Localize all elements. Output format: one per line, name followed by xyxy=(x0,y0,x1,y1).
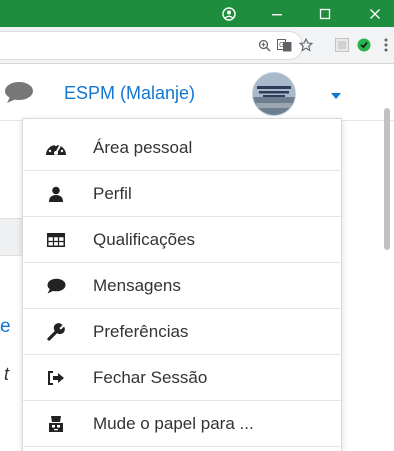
chevron-down-icon[interactable] xyxy=(330,87,342,105)
extension-icon[interactable] xyxy=(334,37,350,53)
bookmark-star-icon[interactable] xyxy=(298,37,314,53)
message-icon xyxy=(45,275,67,297)
user-menu-dropdown: Área pessoal Perfil Qualificações Mensag… xyxy=(22,118,342,451)
maximize-icon[interactable] xyxy=(310,0,340,27)
menu-item-label: Mude o papel para ... xyxy=(93,413,254,433)
menu-item-label: Qualificações xyxy=(93,229,196,249)
browser-toolbar: G xyxy=(0,27,394,64)
role-icon xyxy=(45,413,67,435)
menu-item-label: Área pessoal xyxy=(93,137,193,157)
translate-icon[interactable]: G xyxy=(276,37,292,53)
avatar[interactable] xyxy=(252,72,296,116)
account-icon[interactable] xyxy=(214,0,244,27)
page-header: ESPM (Malanje) xyxy=(0,64,394,121)
menu-item-mensagens[interactable]: Mensagens xyxy=(23,263,341,309)
table-icon xyxy=(45,229,67,251)
page-link-fragment[interactable]: e xyxy=(0,316,11,338)
wrench-icon xyxy=(45,321,67,343)
dashboard-icon xyxy=(45,137,67,159)
extension-green-icon[interactable] xyxy=(356,37,372,53)
minimize-icon[interactable] xyxy=(262,0,292,27)
menu-item-label: Perfil xyxy=(93,183,132,203)
more-vert-icon[interactable] xyxy=(378,37,394,53)
page-background-strip xyxy=(0,218,22,256)
menu-item-fechar-sessao[interactable]: Fechar Sessão xyxy=(23,355,341,401)
menu-item-label: Mensagens xyxy=(93,275,181,295)
menu-item-label: Preferências xyxy=(93,321,189,341)
page-text-fragment: t xyxy=(4,364,10,384)
menu-item-mude-o-papel[interactable]: Mude o papel para ... xyxy=(23,401,341,447)
menu-item-area-pessoal[interactable]: Área pessoal xyxy=(23,125,341,171)
menu-item-preferencias[interactable]: Preferências xyxy=(23,309,341,355)
zoom-icon[interactable] xyxy=(256,37,272,53)
user-icon xyxy=(45,183,67,205)
menu-item-perfil[interactable]: Perfil xyxy=(23,171,341,217)
svg-text:G: G xyxy=(279,41,284,49)
menu-item-qualificacoes[interactable]: Qualificações xyxy=(23,217,341,263)
menu-item-label: Fechar Sessão xyxy=(93,367,208,387)
sign-out-icon xyxy=(45,367,67,389)
message-drawer-icon[interactable] xyxy=(4,81,34,108)
scrollbar[interactable] xyxy=(384,108,390,250)
user-name[interactable]: ESPM (Malanje) xyxy=(64,83,195,104)
close-icon[interactable] xyxy=(360,0,390,27)
browser-title-bar xyxy=(0,0,394,27)
